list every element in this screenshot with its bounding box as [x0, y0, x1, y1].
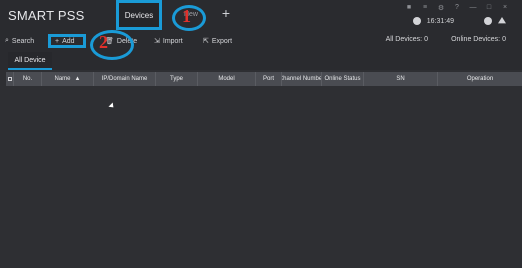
device-table-header: No. Name ▲ IP/Domain Name Type Model Por… [6, 72, 522, 86]
menu-icon[interactable]: ≡ [420, 4, 430, 12]
online-devices-counter: Online Devices: 0 [451, 36, 506, 43]
search-icon: ⌕ [5, 37, 9, 44]
search-button[interactable]: ⌕ Search [5, 36, 34, 46]
column-type[interactable]: Type [156, 72, 198, 86]
annotation-number-2: 2 [99, 32, 108, 52]
column-name[interactable]: Name ▲ [42, 72, 94, 86]
device-subtabs: All Device [0, 52, 522, 70]
column-sn[interactable]: SN [364, 72, 438, 86]
annotation-number-1: 1 [182, 6, 191, 26]
import-icon: ⇲ [154, 38, 160, 45]
window-controls: ■ ≡ ⚙ ? — □ × [404, 4, 510, 12]
app-title: SMART PSS [8, 8, 85, 23]
column-model[interactable]: Model [198, 72, 256, 86]
clock-icon [412, 17, 421, 25]
status-dot-icon [484, 17, 492, 25]
bell-icon[interactable] [498, 17, 506, 24]
close-icon[interactable]: × [500, 4, 510, 12]
column-no[interactable]: No. [14, 72, 42, 86]
tab-all-device-label: All Device [14, 56, 46, 64]
select-all-checkbox[interactable] [6, 72, 14, 86]
online-devices-label: Online Devices: [451, 36, 501, 43]
column-online-status[interactable]: Online Status [322, 72, 364, 86]
import-button[interactable]: ⇲ Import [154, 36, 183, 46]
monitor-icon[interactable]: ■ [404, 4, 414, 12]
tab-devices[interactable]: Devices [116, 0, 162, 30]
minimize-icon[interactable]: — [468, 4, 478, 12]
maximize-icon[interactable]: □ [484, 4, 494, 12]
column-ip-domain[interactable]: IP/Domain Name [94, 72, 156, 86]
export-label: Export [211, 37, 233, 45]
sort-up-icon: ▲ [74, 76, 81, 82]
export-icon: ⇱ [203, 38, 209, 45]
import-label: Import [162, 37, 183, 45]
column-name-label: Name [54, 76, 71, 82]
search-label: Search [11, 37, 35, 45]
device-table-body [6, 86, 522, 268]
all-devices-counter: All Devices: 0 [386, 36, 428, 43]
online-devices-count: 0 [502, 36, 506, 43]
column-channel-number[interactable]: Channel Number [282, 72, 322, 86]
add-tab-button[interactable]: + [219, 6, 233, 20]
tab-devices-label: Devices [124, 10, 154, 20]
title-bar: SMART PSS Devices New + ■ ≡ ⚙ ? — □ × 16… [0, 0, 522, 30]
toolbar: ⌕ Search + Add 🗑 Delete ⇲ Import ⇱ Expor… [0, 30, 522, 52]
column-operation[interactable]: Operation [438, 72, 522, 86]
annotation-circle-2 [90, 30, 134, 60]
all-devices-count: 0 [424, 36, 428, 43]
status-row: 16:31:49 [412, 17, 506, 25]
settings-icon[interactable]: ⚙ [436, 4, 446, 12]
checkbox-icon [7, 77, 12, 81]
all-devices-label: All Devices: [385, 36, 423, 43]
plus-icon: + [55, 37, 60, 45]
help-icon[interactable]: ? [452, 4, 462, 12]
add-label: Add [62, 37, 75, 45]
clock-time: 16:31:49 [426, 17, 454, 25]
export-button[interactable]: ⇱ Export [203, 36, 232, 46]
column-port[interactable]: Port [256, 72, 282, 86]
add-device-button[interactable]: + Add [48, 34, 86, 48]
tab-all-device[interactable]: All Device [8, 52, 52, 70]
